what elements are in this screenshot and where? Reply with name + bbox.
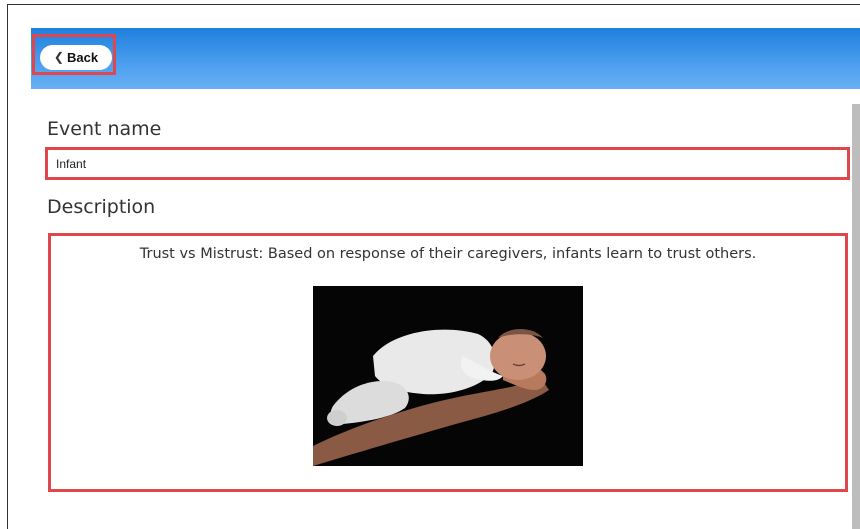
event-name-field[interactable]	[45, 147, 850, 180]
infant-photo	[313, 286, 583, 466]
vertical-scrollbar[interactable]	[852, 104, 860, 529]
back-button[interactable]: ❮ Back	[40, 45, 112, 70]
header-bar	[31, 28, 860, 89]
back-button-label: Back	[66, 50, 99, 65]
frame-top-line	[7, 4, 860, 5]
description-field[interactable]: Trust vs Mistrust: Based on response of …	[48, 233, 848, 492]
frame-left-line	[7, 4, 8, 529]
description-label: Description	[47, 196, 156, 218]
chevron-left-icon: ❮	[53, 49, 64, 64]
event-name-label: Event name	[47, 118, 162, 140]
description-text: Trust vs Mistrust: Based on response of …	[139, 246, 757, 262]
